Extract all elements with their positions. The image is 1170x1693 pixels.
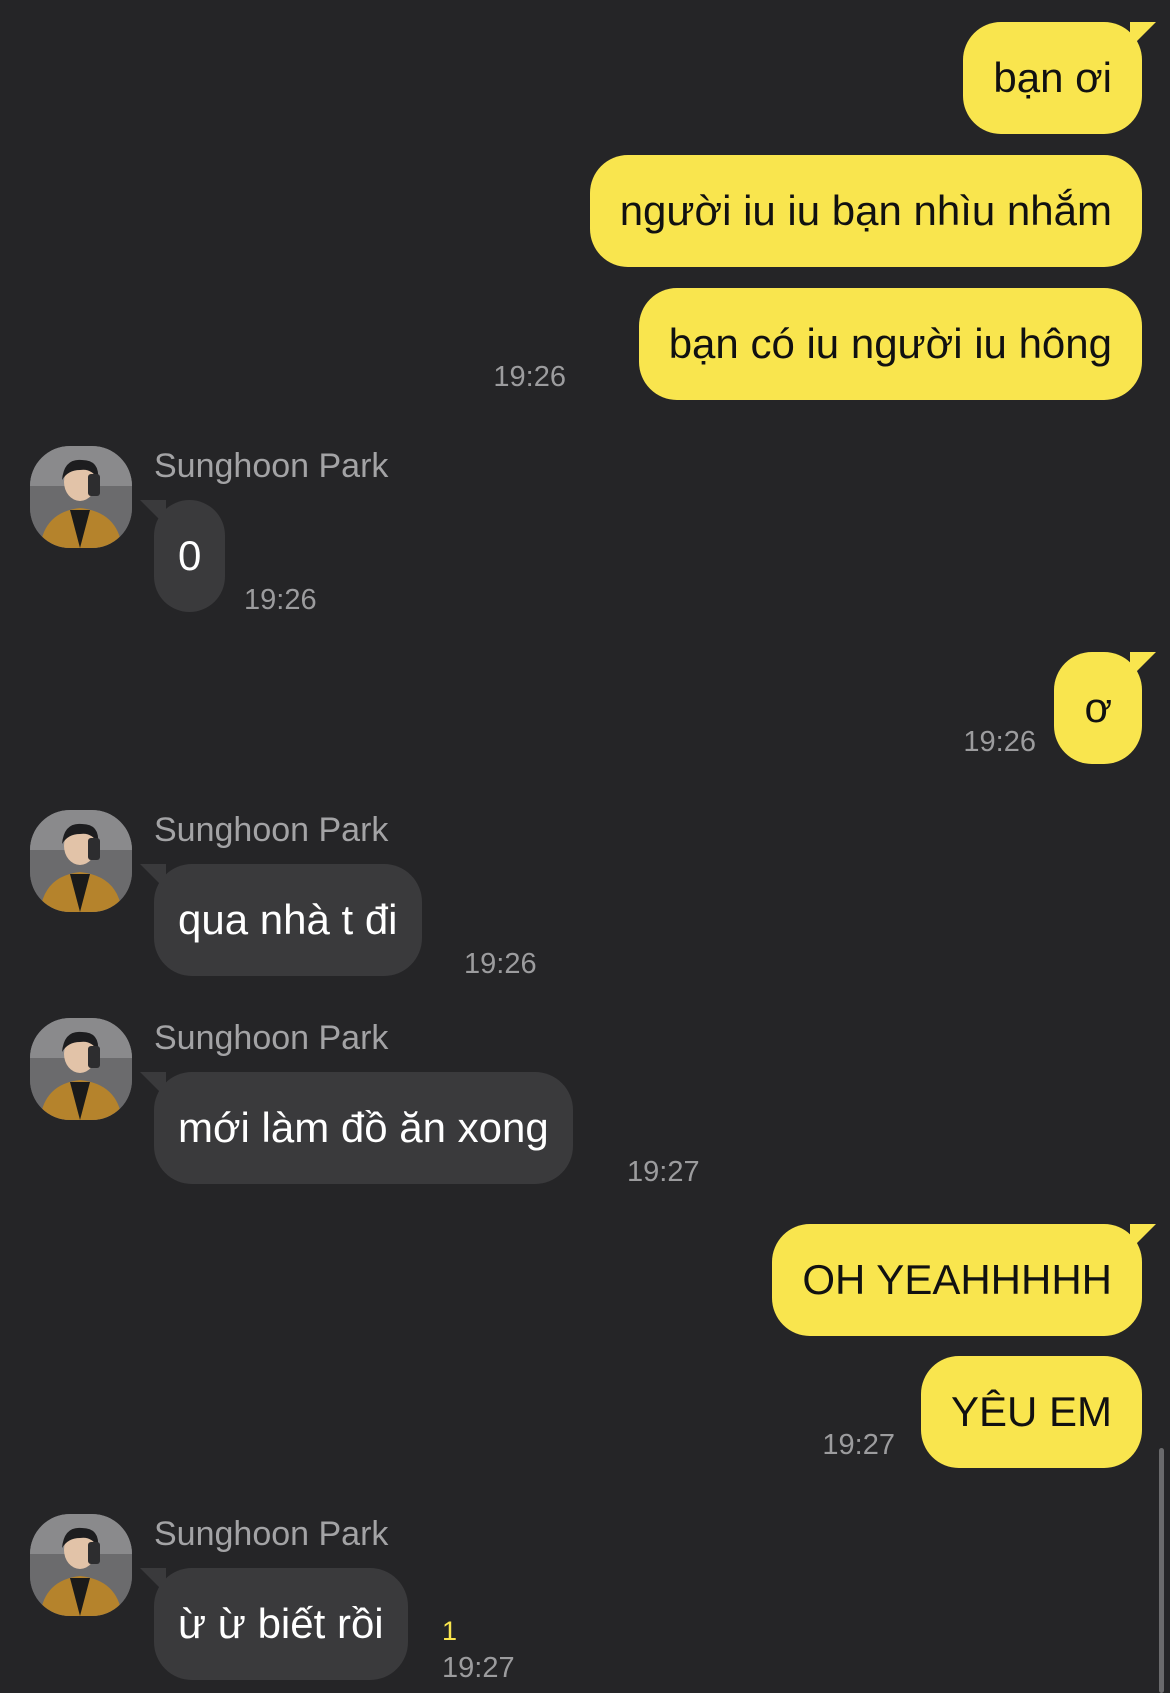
outgoing-message-bubble[interactable]: bạn có iu người iu hông bbox=[638, 288, 1142, 400]
message-text: người iu iu bạn nhìu nhắm bbox=[619, 187, 1112, 234]
profile-photo-avatar-icon bbox=[30, 446, 132, 548]
message-text: YÊU EM bbox=[950, 1388, 1112, 1435]
message-text: 0 bbox=[178, 532, 202, 579]
outgoing-message-bubble[interactable]: YÊU EM bbox=[920, 1356, 1142, 1468]
contact-avatar[interactable] bbox=[30, 1514, 132, 1616]
message-text: bạn ơi bbox=[993, 54, 1112, 101]
message-text: OH YEAHHHHH bbox=[802, 1256, 1112, 1303]
message-timestamp: 19:26 bbox=[244, 584, 317, 616]
message-text: qua nhà t đi bbox=[178, 896, 398, 943]
message-timestamp: 19:27 bbox=[822, 1429, 895, 1461]
contact-avatar[interactable] bbox=[30, 810, 132, 912]
sender-name: Sunghoon Park bbox=[154, 1515, 389, 1553]
contact-avatar[interactable] bbox=[30, 446, 132, 548]
profile-photo-avatar-icon bbox=[30, 1514, 132, 1616]
message-timestamp: 19:27 bbox=[442, 1652, 515, 1684]
outgoing-message-bubble[interactable]: OH YEAHHHHH bbox=[772, 1224, 1156, 1336]
incoming-message-bubble[interactable]: ừ ừ biết rồi bbox=[140, 1568, 408, 1680]
message-text: ừ ừ biết rồi bbox=[178, 1600, 384, 1647]
outgoing-message-bubble[interactable]: ơ bbox=[1054, 652, 1156, 764]
message-text: bạn có iu người iu hông bbox=[668, 320, 1112, 367]
scrollbar[interactable] bbox=[1159, 1448, 1164, 1693]
message-text: ơ bbox=[1084, 684, 1112, 731]
message-timestamp: 19:26 bbox=[464, 948, 537, 980]
message-text: mới làm đồ ăn xong bbox=[178, 1104, 549, 1151]
incoming-message-bubble[interactable]: 0 bbox=[139, 500, 226, 612]
chat-message-list[interactable]: bạn ơi người iu iu bạn nhìu nhắm bạn có … bbox=[0, 0, 1170, 1693]
message-timestamp: 19:27 bbox=[627, 1156, 700, 1188]
sender-name: Sunghoon Park bbox=[154, 1019, 389, 1057]
sender-name: Sunghoon Park bbox=[154, 447, 389, 485]
incoming-message-bubble[interactable]: qua nhà t đi bbox=[140, 864, 422, 976]
profile-photo-avatar-icon bbox=[30, 1018, 132, 1120]
message-timestamp: 19:26 bbox=[493, 361, 566, 393]
outgoing-message-bubble[interactable]: người iu iu bạn nhìu nhắm bbox=[589, 155, 1142, 267]
contact-avatar[interactable] bbox=[30, 1018, 132, 1120]
incoming-message-bubble[interactable]: mới làm đồ ăn xong bbox=[140, 1072, 573, 1184]
outgoing-message-bubble[interactable]: bạn ơi bbox=[963, 22, 1156, 134]
profile-photo-avatar-icon bbox=[30, 810, 132, 912]
message-timestamp: 19:26 bbox=[963, 726, 1036, 758]
unread-count-badge: 1 bbox=[442, 1616, 458, 1646]
sender-name: Sunghoon Park bbox=[154, 811, 389, 849]
